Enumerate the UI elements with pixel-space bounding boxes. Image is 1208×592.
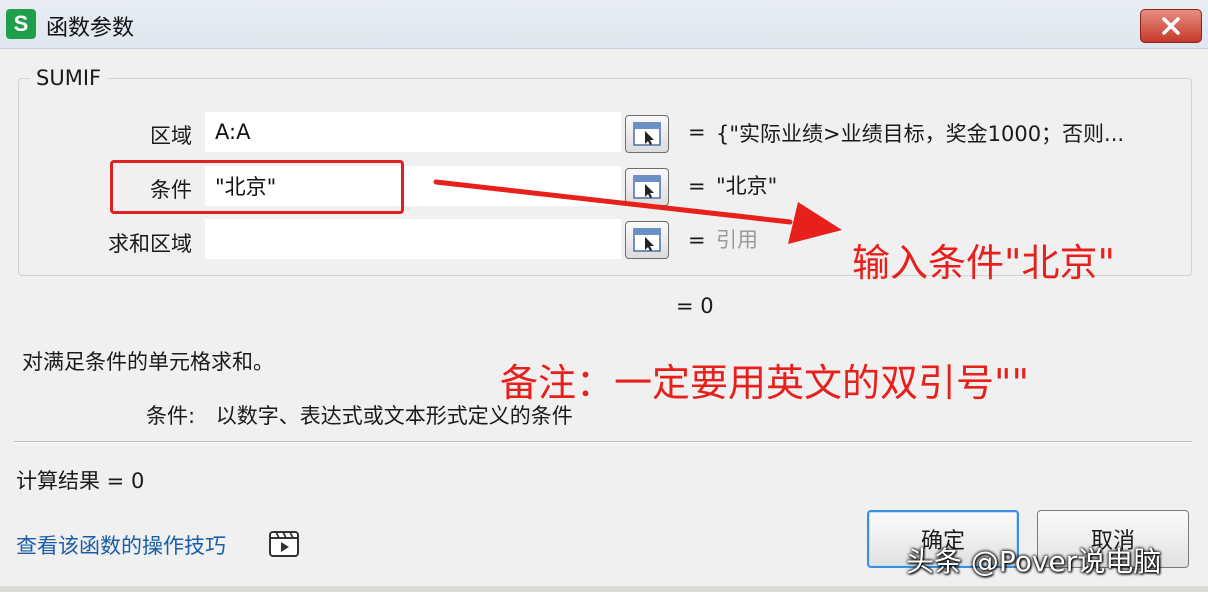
annotation-input-hint: 输入条件"北京" xyxy=(852,241,1115,285)
bottom-edge xyxy=(0,586,1208,592)
equals-sign: = xyxy=(688,120,706,144)
annotation-arrow-icon xyxy=(433,179,842,244)
formula-result: = 0 xyxy=(676,294,714,318)
parameter-help: 条件: 以数字、表达式或文本形式定义的条件 xyxy=(146,400,573,430)
video-play-icon[interactable] xyxy=(268,528,300,560)
watermark: 头条 @Pover说电脑 xyxy=(906,545,1162,578)
separator xyxy=(14,441,1192,443)
dialog-title: 函数参数 xyxy=(46,16,135,41)
arg-label-range: 区域 xyxy=(150,124,192,148)
cell-reference-icon xyxy=(633,122,661,146)
range-ref-button[interactable] xyxy=(625,115,669,153)
function-name: SUMIF xyxy=(30,66,108,90)
range-value: {"实际业绩>业绩目标，奖金1000；否则... xyxy=(716,122,1125,146)
title-bar: S 函数参数 xyxy=(0,0,1208,49)
annotation-note: 备注：一定要用英文的双引号"" xyxy=(500,361,1029,405)
parameter-help-text: 以数字、表达式或文本形式定义的条件 xyxy=(215,404,573,428)
close-icon xyxy=(1162,17,1180,35)
range-input[interactable]: A:A xyxy=(205,112,621,152)
parameter-help-name: 条件: xyxy=(146,404,196,428)
close-button[interactable] xyxy=(1140,9,1202,43)
arg-label-sum-range: 求和区域 xyxy=(108,232,192,256)
function-description: 对满足条件的单元格求和。 xyxy=(22,350,274,374)
calc-result: 计算结果 = 0 xyxy=(16,469,145,493)
criteria-highlight-box xyxy=(110,160,404,214)
wps-app-icon: S xyxy=(6,9,36,39)
help-link[interactable]: 查看该函数的操作技巧 xyxy=(16,530,226,560)
